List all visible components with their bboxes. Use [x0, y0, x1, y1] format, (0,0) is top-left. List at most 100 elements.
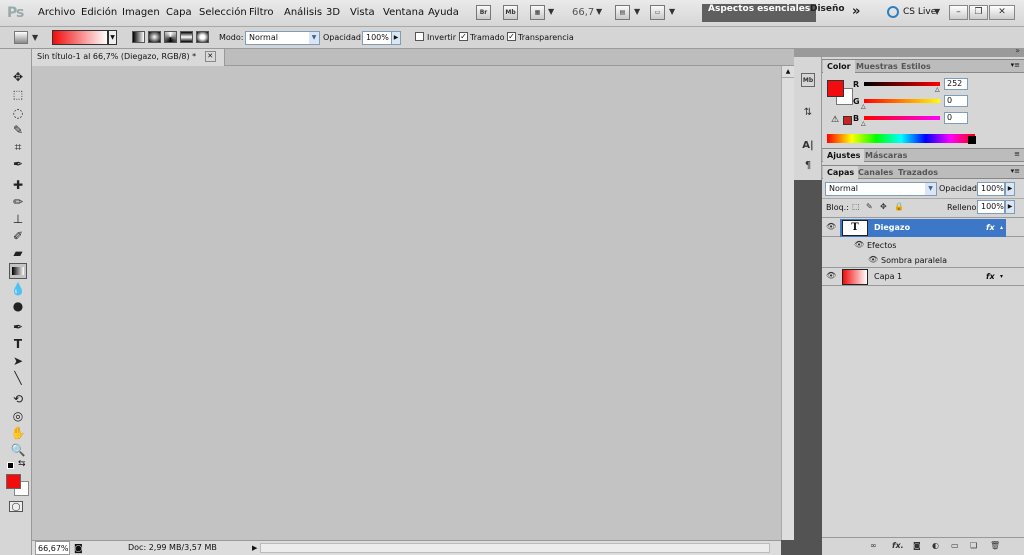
chevron-down-icon[interactable]: ▼: [32, 33, 38, 42]
history-brush-tool-icon[interactable]: ✐: [9, 228, 27, 244]
foreground-color-swatch[interactable]: [6, 474, 21, 489]
close-icon[interactable]: ✕: [989, 5, 1015, 20]
g-slider[interactable]: [864, 99, 940, 103]
tab-styles[interactable]: Estilos: [897, 60, 935, 73]
lock-pixels-icon[interactable]: ✎: [866, 202, 873, 211]
zoom-tool-icon[interactable]: 🔍: [9, 442, 27, 458]
menu-3d[interactable]: 3D: [326, 7, 340, 18]
r-value-field[interactable]: 252: [944, 78, 968, 90]
layer-opacity-arrow-icon[interactable]: ▶: [1005, 182, 1015, 196]
healing-brush-tool-icon[interactable]: ✚: [9, 177, 27, 193]
path-selection-tool-icon[interactable]: ➤: [9, 353, 27, 369]
vertical-scrollbar[interactable]: ▲: [781, 66, 794, 540]
quick-selection-tool-icon[interactable]: ✎: [9, 122, 27, 138]
add-style-icon[interactable]: fx.: [892, 541, 904, 550]
r-slider[interactable]: [864, 82, 940, 86]
drop-shadow-row[interactable]: 👁 Sombra paralela: [822, 253, 1024, 268]
tab-paths[interactable]: Trazados: [894, 166, 942, 179]
new-layer-icon[interactable]: ❏: [970, 541, 977, 550]
chevron-down-icon[interactable]: ▼: [925, 183, 936, 195]
b-value-field[interactable]: 0: [944, 112, 968, 124]
lock-all-icon[interactable]: 🔒: [894, 202, 904, 211]
lock-position-icon[interactable]: ✥: [880, 202, 887, 211]
history-panel-icon[interactable]: ⇅: [801, 106, 815, 120]
linear-gradient-button[interactable]: [132, 31, 145, 43]
collapse-panels-icon[interactable]: »: [1015, 46, 1020, 55]
crop-tool-icon[interactable]: ⌗: [9, 139, 27, 155]
reflected-gradient-button[interactable]: [180, 31, 193, 43]
chevron-down-icon[interactable]: ▼: [548, 7, 554, 16]
chevron-down-icon[interactable]: ▼: [669, 7, 675, 16]
menu-imagen[interactable]: Imagen: [122, 7, 160, 18]
transparency-checkbox[interactable]: ✓: [507, 32, 516, 42]
layer-row[interactable]: 👁 Capa 1 fx ▾: [822, 268, 1024, 286]
chevron-down-icon[interactable]: ▼: [634, 7, 640, 16]
clone-stamp-tool-icon[interactable]: ⊥: [9, 211, 27, 227]
fill-arrow-icon[interactable]: ▶: [1005, 200, 1015, 214]
move-tool-icon[interactable]: ✥: [9, 69, 27, 85]
workspace-design-button[interactable]: Diseño: [804, 4, 851, 22]
screen-mode-button[interactable]: ▭: [650, 5, 665, 20]
g-value-field[interactable]: 0: [944, 95, 968, 107]
view-extras-button[interactable]: ▦: [530, 5, 545, 20]
color-panel-fg-swatch[interactable]: [827, 80, 844, 97]
status-menu-arrow-icon[interactable]: ▶: [252, 541, 257, 555]
minimize-icon[interactable]: –: [949, 5, 968, 20]
add-mask-icon[interactable]: ◙: [913, 541, 921, 550]
marquee-tool-icon[interactable]: ⬚: [9, 87, 27, 103]
arrange-documents-button[interactable]: ▤: [615, 5, 630, 20]
b-slider-thumb[interactable]: △: [861, 120, 866, 127]
panel-menu-icon[interactable]: ▾≡: [1011, 167, 1020, 175]
spectrum-black-swatch[interactable]: [968, 136, 976, 144]
hand-tool-icon[interactable]: ✋: [9, 425, 27, 441]
more-workspaces-button[interactable]: »: [846, 4, 866, 22]
eyedropper-tool-icon[interactable]: ✒: [9, 156, 27, 172]
panel-menu-icon[interactable]: ≡: [1014, 150, 1020, 158]
diamond-gradient-button[interactable]: [196, 31, 209, 43]
eraser-tool-icon[interactable]: ▰: [9, 245, 27, 261]
fx-icon[interactable]: fx: [986, 268, 995, 286]
gradient-tool-icon[interactable]: [9, 263, 27, 279]
gradient-tool-preset-icon[interactable]: [14, 31, 28, 44]
3d-orbit-tool-icon[interactable]: ◎: [9, 408, 27, 424]
tab-layers[interactable]: Capas: [823, 166, 859, 179]
workspace-essentials-button[interactable]: Aspectos esenciales: [702, 4, 817, 22]
default-colors-icon[interactable]: [7, 462, 14, 469]
menu-filtro[interactable]: Filtro: [249, 7, 274, 18]
gradient-swatch[interactable]: [52, 30, 108, 45]
layer-opacity-field[interactable]: 100%: [977, 182, 1005, 196]
collapse-effects-icon[interactable]: ▴: [1000, 219, 1003, 237]
tab-adjustments[interactable]: Ajustes: [823, 149, 865, 162]
tab-color[interactable]: Color: [823, 60, 855, 73]
menu-capa[interactable]: Capa: [166, 7, 192, 18]
swap-colors-icon[interactable]: ⇆: [18, 459, 26, 469]
lock-transparent-icon[interactable]: ⬚: [852, 202, 860, 211]
fx-icon[interactable]: fx: [986, 219, 995, 237]
layer-name[interactable]: Diegazo: [874, 219, 910, 237]
chevron-down-icon[interactable]: ▼: [309, 32, 319, 44]
chevron-down-icon[interactable]: ▼: [596, 7, 602, 16]
scroll-up-icon[interactable]: ▲: [782, 66, 794, 78]
dither-checkbox[interactable]: ✓: [459, 32, 468, 42]
3d-rotate-tool-icon[interactable]: ⟲: [9, 391, 27, 407]
tab-swatches[interactable]: Muestras: [852, 60, 902, 73]
horizontal-scrollbar[interactable]: [260, 543, 770, 553]
blur-tool-icon[interactable]: 💧: [9, 281, 27, 297]
character-panel-icon[interactable]: A|: [801, 139, 815, 153]
color-spectrum-bar[interactable]: [827, 134, 975, 143]
document-canvas[interactable]: [32, 66, 781, 540]
g-slider-thumb[interactable]: △: [861, 103, 866, 110]
fill-field[interactable]: 100%: [977, 200, 1005, 214]
gradient-picker-arrow-icon[interactable]: ▼: [108, 30, 117, 45]
brush-tool-icon[interactable]: ✏: [9, 194, 27, 210]
opacity-slider-arrow-icon[interactable]: ▶: [391, 31, 401, 45]
pen-tool-icon[interactable]: ✒: [9, 319, 27, 335]
expand-effects-icon[interactable]: ▾: [1000, 268, 1003, 286]
panel-menu-icon[interactable]: ▾≡: [1011, 61, 1020, 69]
zoom-level[interactable]: 66,7: [572, 7, 594, 18]
delete-layer-icon[interactable]: 🗑: [990, 541, 1000, 550]
status-info-icon[interactable]: ◙: [74, 542, 83, 555]
mini-bridge-panel-icon[interactable]: Mb: [801, 73, 815, 87]
layer-row[interactable]: 👁 T Diegazo fx ▴: [822, 219, 1024, 237]
quick-mask-icon[interactable]: ◯: [9, 501, 23, 512]
